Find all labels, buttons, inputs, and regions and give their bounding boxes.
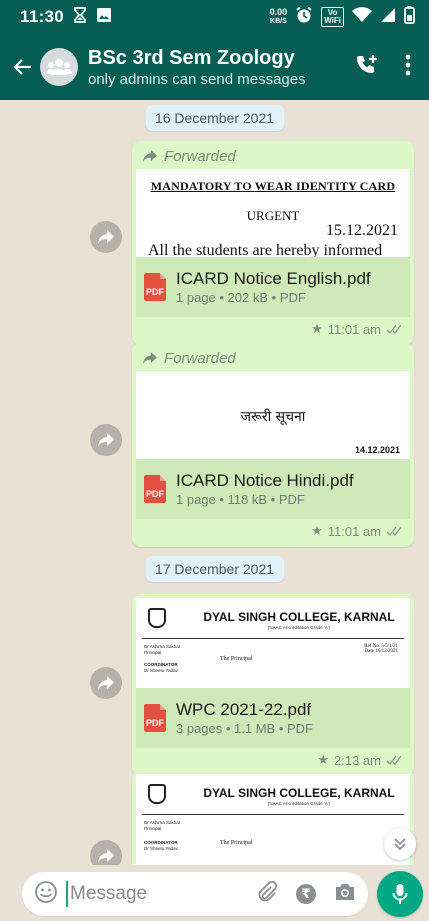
file-attachment[interactable]: PDF ICARD Notice English.pdf 1 page • 20… [136,257,410,317]
group-avatar[interactable] [40,48,78,86]
message-time: 11:01 am [327,321,381,337]
alarm-icon [295,6,313,29]
battery-icon [404,5,415,29]
star-icon: ★ [311,523,323,538]
forward-share-button[interactable] [90,424,122,456]
file-attachment[interactable]: PDF ICARD Notice Hindi.pdf 1 page • 118 … [136,459,410,519]
pdf-icon: PDF [144,475,166,503]
add-call-button[interactable] [355,53,379,82]
more-vertical-icon [405,54,411,75]
message-time: 11:01 am [327,523,381,539]
file-name: ICARD Notice English.pdf [176,269,371,288]
document-preview[interactable]: जरूरी सूचना 14.12.2021 [136,371,410,459]
signal-icon [380,7,396,28]
forward-share-button[interactable] [90,667,122,699]
voice-record-button[interactable] [377,871,423,917]
forward-icon [98,849,114,863]
date-chip: 17 December 2021 [144,556,285,582]
camera-icon [336,883,354,900]
status-bar: 11:30 0.00 KB/S Vo WiFi [0,0,429,34]
group-icon [46,59,72,75]
forwarded-icon [143,352,157,364]
network-speed: 0.00 KB/S [269,7,288,26]
file-meta: 1 page • 202 kB • PDF [176,290,306,305]
double-check-icon [386,324,402,334]
message-bubble[interactable]: Forwarded MANDATORY TO WEAR IDENTITY CAR… [132,141,414,345]
message-bubble[interactable]: DYAL SINGH COLLEGE, KARNAL (NAAC Accredi… [132,770,414,865]
input-bar: ₹ [0,865,429,921]
paperclip-icon [258,880,278,901]
back-button[interactable] [8,47,38,87]
forwarded-label: Forwarded [136,145,410,167]
forward-icon [98,230,114,244]
emoji-icon [35,880,57,903]
group-title: BSc 3rd Sem Zoology [88,46,295,69]
pdf-icon: PDF [144,273,166,301]
message-meta: ★ 11:01 am [136,317,410,341]
double-check-icon [386,755,402,765]
hourglass-icon [74,6,86,28]
star-icon: ★ [317,752,330,767]
forward-icon [98,676,114,690]
status-time: 11:30 [20,7,65,26]
menu-button[interactable] [405,54,411,81]
attach-button[interactable] [256,880,278,908]
forwarded-icon [143,150,157,162]
divider [142,814,404,815]
document-preview[interactable]: DYAL SINGH COLLEGE, KARNAL (NAAC Accredi… [136,774,410,865]
forward-share-button[interactable] [90,840,122,865]
date-chip: 16 December 2021 [144,105,285,131]
file-meta: 1 page • 118 kB • PDF [176,492,305,507]
chat-header: BSc 3rd Sem Zoology only admins can send… [0,34,429,100]
forward-icon [98,433,114,447]
gallery-icon [96,7,112,28]
file-name: WPC 2021-22.pdf [176,700,312,719]
chat-area[interactable]: 16 December 2021 Forwarded MANDATORY TO … [0,100,429,865]
emoji-button[interactable] [34,880,58,909]
divider [142,638,404,639]
message-time: 2:13 am [334,752,381,768]
message-bubble[interactable]: DYAL SINGH COLLEGE, KARNAL (NAAC Accredi… [132,594,414,776]
star-icon: ★ [311,321,323,336]
group-subtitle: only admins can send messages [88,70,306,88]
document-preview[interactable]: DYAL SINGH COLLEGE, KARNAL (NAAC Accredi… [136,598,410,688]
file-name: ICARD Notice Hindi.pdf [176,471,354,490]
vowifi-badge: Vo WiFi [321,7,344,27]
wifi-icon [352,6,372,28]
scroll-to-bottom-button[interactable] [384,828,416,860]
microphone-icon [392,884,408,904]
forward-share-button[interactable] [90,221,122,253]
forwarded-label: Forwarded [136,347,410,369]
double-check-icon [386,526,402,536]
file-attachment[interactable]: PDF WPC 2021-22.pdf 3 pages • 1.1 MB • P… [136,688,410,748]
phone-plus-icon [357,54,377,73]
message-input[interactable] [66,881,226,907]
message-field[interactable]: ₹ [22,872,368,916]
camera-button[interactable] [334,882,356,907]
double-chevron-down-icon [394,838,406,851]
file-meta: 3 pages • 1.1 MB • PDF [176,721,313,736]
message-meta: ★ 2:13 am [136,748,410,772]
college-seal-icon [148,608,166,628]
payment-button[interactable]: ₹ [296,884,316,904]
message-meta: ★ 11:01 am [136,519,410,543]
chat-title-block[interactable]: BSc 3rd Sem Zoology only admins can send… [88,46,306,89]
document-preview[interactable]: MANDATORY TO WEAR IDENTITY CARD URGENT 1… [136,169,410,257]
message-bubble[interactable]: Forwarded जरूरी सूचना 14.12.2021 PDF ICA… [132,343,414,547]
pdf-icon: PDF [144,704,166,732]
college-seal-icon [148,784,166,804]
back-arrow-icon [13,59,31,75]
